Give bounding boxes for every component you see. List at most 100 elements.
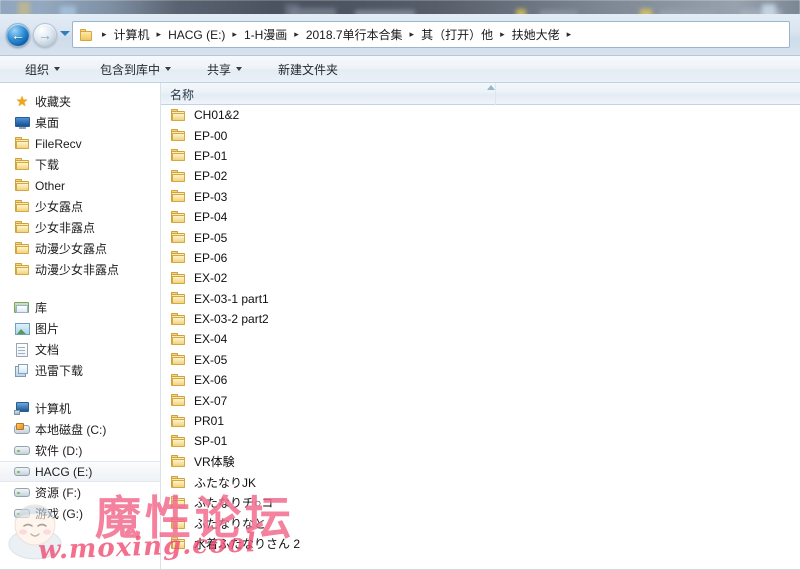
sidebar-item-downloads[interactable]: 下载 <box>0 154 160 175</box>
file-list-row[interactable]: CH01&2 <box>161 105 800 125</box>
file-list-row[interactable]: EX-02 <box>161 268 800 288</box>
library-icon <box>11 301 33 314</box>
file-list-row[interactable]: ふたなりチ○コ <box>161 492 800 512</box>
file-list-row[interactable]: EP-05 <box>161 227 800 247</box>
chevron-down-icon <box>54 67 61 71</box>
breadcrumb-item-2018-7[interactable]: 2018.7单行本合集 <box>305 25 404 44</box>
folder-icon <box>171 108 191 122</box>
include-in-library-button[interactable]: 包含到库中 <box>89 57 182 82</box>
file-list-row[interactable]: EP-00 <box>161 125 800 145</box>
file-list-row[interactable]: EX-05 <box>161 350 800 370</box>
folder-icon <box>171 536 191 550</box>
file-list-pane[interactable]: 名称 CH01&2 EP-00 EP-01 EP-02 EP-03 EP-04 EP-05 E… <box>161 83 800 570</box>
file-name: EX-02 <box>194 271 228 286</box>
folder-icon <box>171 394 191 407</box>
file-list-row[interactable]: EX-04 <box>161 329 800 349</box>
sidebar-label-filerecv: FileRecv <box>35 136 82 151</box>
folder-icon <box>11 137 33 150</box>
breadcrumb-separator: ▸ <box>156 29 162 39</box>
breadcrumb-item-1h-manga[interactable]: 1-H漫画 <box>243 25 288 44</box>
file-name: SP-01 <box>194 434 228 449</box>
forward-button[interactable]: → <box>33 23 57 47</box>
content-area: ★ 收藏夹 桌面 FileRecv 下载 Other 少女露点 少女非露点 动漫… <box>0 83 800 570</box>
share-with-button[interactable]: 共享 <box>196 57 253 82</box>
file-name: EX-03-2 part2 <box>194 312 269 327</box>
file-list-row[interactable]: EX-07 <box>161 390 800 410</box>
folder-icon <box>171 373 191 387</box>
folder-icon <box>171 496 191 509</box>
file-list-row[interactable]: EP-01 <box>161 146 800 166</box>
sidebar-item-other[interactable]: Other <box>0 175 160 196</box>
column-divider[interactable] <box>495 83 496 105</box>
file-list-row[interactable]: PR01 <box>161 411 800 431</box>
file-list-row[interactable]: ふたなりなと <box>161 513 800 533</box>
sidebar-item-fav-7[interactable]: 动漫少女非露点 <box>0 259 160 280</box>
file-list[interactable]: CH01&2 EP-00 EP-01 EP-02 EP-03 EP-04 EP-05 EP-0… <box>161 105 800 570</box>
sidebar-item-fav-4[interactable]: 少女露点 <box>0 196 160 217</box>
folder-icon <box>171 149 191 162</box>
file-list-row[interactable]: EX-03-2 part2 <box>161 309 800 329</box>
column-header-name[interactable]: 名称 <box>170 86 194 103</box>
sidebar-item-drive-d[interactable]: 软件 (D:) <box>0 440 160 461</box>
sidebar-label-drive-c: 本地磁盘 (C:) <box>35 423 107 437</box>
breadcrumb[interactable]: ▸ 计算机 ▸ HACG (E:) ▸ 1-H漫画 ▸ 2018.7单行本合集 … <box>72 21 790 48</box>
folder-icon <box>171 190 191 203</box>
file-list-row[interactable]: EX-06 <box>161 370 800 390</box>
breadcrumb-separator[interactable]: ▸ <box>561 29 578 40</box>
sidebar-item-drive-c[interactable]: 本地磁盘 (C:) <box>0 419 160 440</box>
sidebar-item-drive-f[interactable]: 资源 (F:) <box>0 482 160 503</box>
breadcrumb-item-computer[interactable]: 计算机 <box>113 25 151 44</box>
sidebar-item-documents[interactable]: 文档 <box>0 339 160 360</box>
breadcrumb-item-other[interactable]: 其（打开）他 <box>420 25 494 44</box>
sidebar-item-filerecv[interactable]: FileRecv <box>0 133 160 154</box>
file-list-row[interactable]: EP-04 <box>161 207 800 227</box>
file-name: CH01&2 <box>194 108 240 123</box>
sidebar-label-drive-e: HACG (E:) <box>35 464 93 479</box>
drive-icon <box>11 466 33 477</box>
file-name: PR01 <box>194 414 225 429</box>
file-name: EP-05 <box>194 230 228 245</box>
file-name: EX-07 <box>194 393 228 408</box>
folder-icon <box>11 221 33 234</box>
file-list-row[interactable]: ふたなりJK <box>161 472 800 492</box>
file-list-row[interactable]: SP-01 <box>161 431 800 451</box>
folder-icon <box>11 200 33 213</box>
sidebar-item-favorites[interactable]: ★ 收藏夹 <box>0 91 160 112</box>
sidebar-label-libraries: 库 <box>35 301 48 315</box>
file-name: EP-02 <box>194 169 228 184</box>
file-list-row[interactable]: EP-06 <box>161 248 800 268</box>
sidebar-item-drive-e[interactable]: HACG (E:) <box>0 461 160 482</box>
folder-icon <box>171 292 191 305</box>
sidebar-label-fav-4: 少女露点 <box>35 200 84 214</box>
file-list-row[interactable]: VR体験 <box>161 452 800 472</box>
organize-button[interactable]: 组织 <box>14 57 71 82</box>
sidebar-item-fav-5[interactable]: 少女非露点 <box>0 217 160 238</box>
chevron-down-icon <box>165 67 172 71</box>
file-list-row[interactable]: EP-03 <box>161 187 800 207</box>
sidebar-label-other: Other <box>35 178 66 193</box>
sidebar-item-fav-6[interactable]: 动漫少女露点 <box>0 238 160 259</box>
folder-icon <box>171 353 191 366</box>
new-folder-button[interactable]: 新建文件夹 <box>267 57 349 82</box>
breadcrumb-item-hacg-e[interactable]: HACG (E:) <box>167 27 226 43</box>
file-name: EP-00 <box>194 128 228 143</box>
thunder-download-icon <box>11 363 33 378</box>
breadcrumb-item-current[interactable]: 扶她大佬 <box>511 25 561 44</box>
file-list-row[interactable]: EP-02 <box>161 166 800 186</box>
sort-ascending-icon <box>487 85 495 90</box>
folder-icon <box>171 312 191 326</box>
sidebar-item-pictures[interactable]: 图片 <box>0 318 160 339</box>
list-column-header-row: 名称 <box>161 83 800 105</box>
sidebar-item-thunder-download[interactable]: 迅雷下载 <box>0 360 160 381</box>
back-button[interactable]: ← <box>6 23 30 47</box>
file-list-row[interactable]: EX-03-1 part1 <box>161 289 800 309</box>
sidebar-label-pictures: 图片 <box>35 322 60 336</box>
file-list-row[interactable]: 水着ふたなりさん 2 <box>161 533 800 553</box>
sidebar-item-desktop[interactable]: 桌面 <box>0 112 160 133</box>
nav-section-favorites: ★ 收藏夹 桌面 FileRecv 下载 Other 少女露点 少女非露点 动漫… <box>0 91 160 280</box>
sidebar-item-libraries[interactable]: 库 <box>0 297 160 318</box>
navigation-pane[interactable]: ★ 收藏夹 桌面 FileRecv 下载 Other 少女露点 少女非露点 动漫… <box>0 83 160 570</box>
sidebar-item-drive-g[interactable]: 游戏 (G:) <box>0 503 160 524</box>
chevron-down-icon[interactable] <box>60 31 70 36</box>
sidebar-item-computer[interactable]: 计算机 <box>0 398 160 419</box>
